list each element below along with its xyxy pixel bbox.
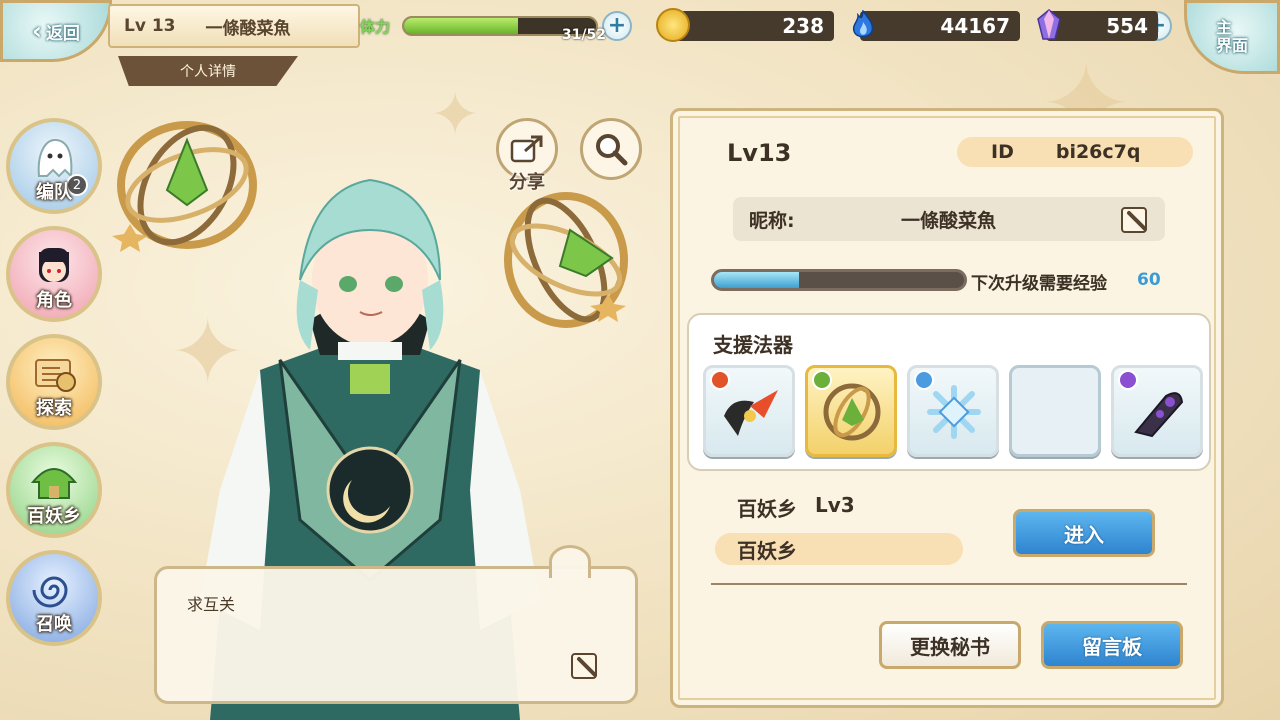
village-level: Lv3 bbox=[815, 493, 855, 517]
message-text: 求互关 bbox=[187, 595, 236, 614]
back-label: 返回 bbox=[45, 23, 80, 44]
enter-village-button[interactable]: 进入 bbox=[1013, 509, 1155, 557]
nav-item-label: 召唤 bbox=[36, 614, 72, 635]
stamina-meter: 体力 31/52 bbox=[360, 9, 630, 43]
armillary-artifact-icon bbox=[823, 383, 881, 441]
crystal-icon bbox=[1032, 8, 1066, 42]
nav-item-formation[interactable]: 2 编队 bbox=[6, 118, 102, 214]
nav-item-summon[interactable]: 召唤 bbox=[6, 550, 102, 646]
nav-item-label: 编队 bbox=[36, 182, 72, 203]
nav-item-label: 探索 bbox=[36, 398, 72, 419]
page-subtitle: 个人详情 bbox=[118, 56, 298, 86]
player-banner: Lv 13 一條酸菜魚 bbox=[108, 4, 360, 48]
edit-nickname-button[interactable] bbox=[1119, 203, 1151, 235]
message-board-button[interactable]: 留言板 bbox=[1041, 621, 1183, 669]
stamina-label: 体力 bbox=[360, 17, 391, 36]
stamina-value: 31/52 bbox=[561, 27, 606, 43]
background-star-icon: ✦ bbox=[430, 80, 481, 150]
village-name-box: 百妖乡 bbox=[715, 533, 963, 565]
back-arrow-icon: ‹ bbox=[32, 17, 42, 45]
change-secretary-button[interactable]: 更换秘书 bbox=[879, 621, 1021, 669]
nav-item-explore[interactable]: 探索 bbox=[6, 334, 102, 430]
artifact-slot-4-empty[interactable] bbox=[1009, 365, 1101, 457]
resource-bar: 体力 31/52 + 238 44167 554 + bbox=[360, 6, 1190, 46]
nav-item-label: 百妖乡 bbox=[27, 506, 81, 527]
exp-progress-bar bbox=[711, 269, 967, 291]
crystal-value: 554 bbox=[1106, 14, 1148, 38]
crystal-lattice-artifact-icon bbox=[927, 385, 981, 439]
magnifier-icon bbox=[596, 134, 628, 166]
artifact-slot-5[interactable] bbox=[1111, 365, 1203, 457]
village-name: 百妖乡 bbox=[737, 497, 797, 521]
artifact-slot-2[interactable] bbox=[805, 365, 897, 457]
village-info: 百妖乡 Lv3 bbox=[737, 493, 855, 522]
profile-level: Lv13 bbox=[727, 139, 792, 167]
nickname-label: 昵称: bbox=[749, 209, 795, 232]
home-label: 主界面 bbox=[1215, 18, 1248, 55]
exp-fill bbox=[714, 272, 799, 288]
artifact-slots bbox=[703, 365, 1203, 457]
gold-value: 238 bbox=[782, 14, 824, 38]
player-name: 一條酸菜魚 bbox=[205, 18, 291, 39]
support-artifacts: 支援法器 bbox=[687, 313, 1211, 471]
sword-artifact-icon bbox=[724, 390, 778, 436]
blue-flame-icon bbox=[846, 8, 880, 42]
stamina-fill bbox=[404, 18, 519, 34]
artifact-slot-1[interactable] bbox=[703, 365, 795, 457]
exp-value: 60 bbox=[1137, 270, 1161, 290]
artifact-slot-3[interactable] bbox=[907, 365, 999, 457]
crystal-counter: 554 bbox=[1037, 9, 1158, 41]
message-bubble: 求互关 bbox=[154, 545, 638, 704]
flame-value: 44167 bbox=[940, 14, 1010, 38]
id-label: ID bbox=[991, 141, 1014, 163]
id-value: bi26c7q bbox=[1055, 141, 1141, 163]
exp-label: 下次升级需要经验 bbox=[971, 274, 1107, 294]
nickname-field: 昵称: 一條酸菜魚 bbox=[733, 197, 1165, 241]
dark-blade-artifact-icon bbox=[1134, 392, 1184, 438]
nickname-value: 一條酸菜魚 bbox=[901, 209, 997, 232]
edit-message-button[interactable] bbox=[569, 649, 601, 681]
nav-item-village[interactable]: 百妖乡 bbox=[6, 442, 102, 538]
support-title: 支援法器 bbox=[713, 333, 793, 357]
share-icon bbox=[510, 135, 543, 163]
divider bbox=[711, 583, 1187, 585]
nav-item-label: 角色 bbox=[36, 290, 72, 311]
share-label: 分享 bbox=[509, 172, 545, 193]
player-level: Lv 13 bbox=[124, 16, 176, 36]
profile-id: ID bi26c7q bbox=[957, 137, 1193, 167]
zoom-button[interactable] bbox=[580, 118, 642, 180]
gold-coin-icon bbox=[656, 8, 690, 42]
flame-counter: 44167 bbox=[852, 10, 1020, 41]
side-nav: 2 编队 角色 探索 百妖乡 召唤 bbox=[6, 118, 106, 658]
nav-item-characters[interactable]: 角色 bbox=[6, 226, 102, 322]
profile-panel: Lv13 ID bi26c7q 昵称: 一條酸菜魚 下次升级需要经验 60 支援… bbox=[670, 108, 1224, 708]
gold-counter: 238 bbox=[656, 8, 834, 42]
